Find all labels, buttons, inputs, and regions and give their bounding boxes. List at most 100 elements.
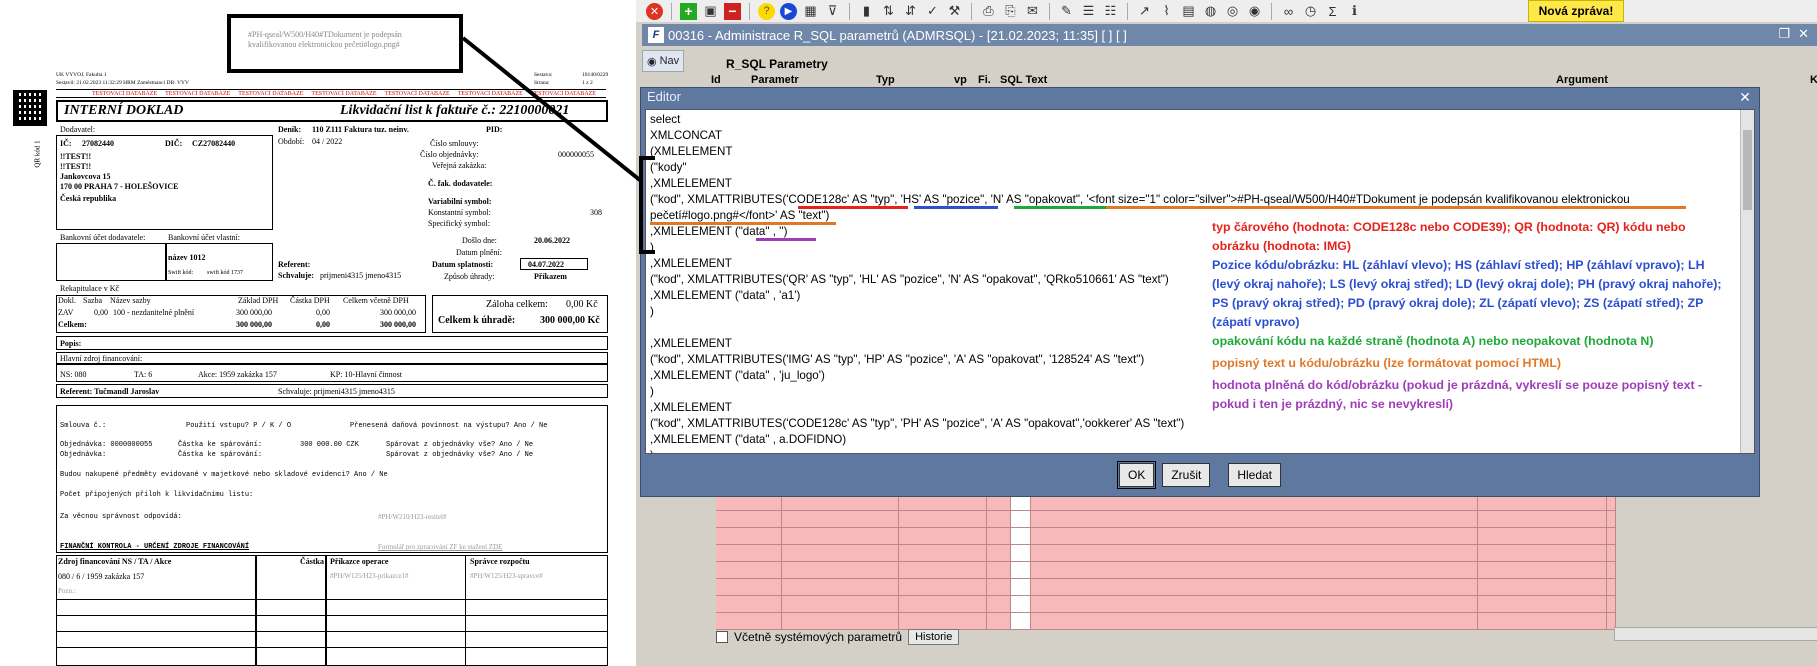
historie-button[interactable]: Historie: [908, 629, 960, 645]
table-cell[interactable]: [1606, 562, 1616, 578]
info-icon[interactable]: ℹ: [1346, 3, 1363, 20]
table-row[interactable]: [716, 511, 1616, 528]
clock-icon[interactable]: ◷: [1302, 3, 1319, 20]
attachment-icon[interactable]: ⌇: [1158, 3, 1175, 20]
table-cell[interactable]: [899, 545, 988, 561]
table-cell[interactable]: [1031, 579, 1479, 595]
editor-vertical-scrollbar[interactable]: [1740, 110, 1754, 453]
column-header[interactable]: K: [1810, 74, 1817, 86]
table-cell[interactable]: [1606, 579, 1616, 595]
column-header[interactable]: Parametr: [751, 74, 799, 86]
table-cell[interactable]: [1478, 528, 1607, 544]
sql-editor-textarea[interactable]: select XMLCONCAT (XMLELEMENT ("kody" ,XM…: [645, 109, 1755, 454]
list-icon[interactable]: ☰: [1080, 3, 1097, 20]
save-icon[interactable]: ▣: [702, 3, 719, 20]
table-cell[interactable]: [1606, 511, 1616, 527]
filter-icon[interactable]: ⊽: [824, 3, 841, 20]
table-cell[interactable]: [987, 528, 1012, 544]
table-cell[interactable]: [716, 528, 783, 544]
glasses-icon[interactable]: ∞: [1280, 3, 1297, 20]
wrench-icon[interactable]: ⚒: [946, 3, 963, 20]
table-cell[interactable]: [1011, 596, 1032, 612]
table-cell[interactable]: [987, 562, 1012, 578]
table-cell[interactable]: [716, 579, 783, 595]
table-cell[interactable]: [1606, 545, 1616, 561]
table-cell[interactable]: [1011, 579, 1032, 595]
table-cell[interactable]: [782, 562, 900, 578]
restore-icon[interactable]: ❐: [1778, 26, 1790, 42]
column-header[interactable]: Fi.: [978, 74, 991, 86]
table-cell[interactable]: [716, 511, 783, 527]
eye-icon[interactable]: ◉: [1246, 3, 1263, 20]
column-header[interactable]: SQL Text: [1000, 74, 1047, 86]
sort-desc-icon[interactable]: ⇵: [902, 3, 919, 20]
check-icon[interactable]: ✓: [924, 3, 941, 20]
search-button[interactable]: Hledat: [1228, 463, 1282, 487]
table-cell[interactable]: [987, 579, 1012, 595]
include-system-checkbox[interactable]: [716, 631, 728, 643]
table-cell[interactable]: [1031, 511, 1479, 527]
table-cell[interactable]: [1478, 545, 1607, 561]
layout-icon[interactable]: ▤: [1180, 3, 1197, 20]
scrollbar-thumb[interactable]: [1743, 130, 1752, 210]
table-cell[interactable]: [1011, 511, 1032, 527]
print-icon[interactable]: ⎙: [980, 3, 997, 20]
column-header[interactable]: Argument: [1556, 74, 1608, 86]
table-cell[interactable]: [899, 511, 988, 527]
table-cell[interactable]: [1011, 545, 1032, 561]
close-circle-icon[interactable]: ✕: [646, 2, 663, 20]
table-cell[interactable]: [1031, 545, 1479, 561]
checklist-icon[interactable]: ☷: [1102, 3, 1119, 20]
horizontal-scrollbar[interactable]: [1614, 627, 1817, 641]
sort-asc-icon[interactable]: ⇅: [880, 3, 897, 20]
table-cell[interactable]: [899, 579, 988, 595]
table-cell[interactable]: [987, 511, 1012, 527]
chart-bars-icon[interactable]: ▮: [858, 3, 875, 20]
notification-badge[interactable]: Nová zpráva!: [1528, 0, 1624, 22]
mail-icon[interactable]: ✉: [1024, 3, 1041, 20]
column-header[interactable]: Id: [711, 74, 721, 86]
help-icon[interactable]: ?: [758, 2, 775, 20]
globe-icon[interactable]: ◍: [1202, 3, 1219, 20]
table-cell[interactable]: [716, 545, 783, 561]
table-cell[interactable]: [1478, 579, 1607, 595]
table-row[interactable]: [716, 562, 1616, 579]
table-cell[interactable]: [899, 528, 988, 544]
table-row[interactable]: [716, 596, 1616, 613]
table-cell[interactable]: [899, 562, 988, 578]
table-cell[interactable]: [987, 596, 1012, 612]
table-cell[interactable]: [782, 596, 900, 612]
external-link-icon[interactable]: ↗: [1136, 3, 1153, 20]
table-row[interactable]: [716, 579, 1616, 596]
table-cell[interactable]: [1031, 596, 1479, 612]
edit-icon[interactable]: ✎: [1058, 3, 1075, 20]
close-icon[interactable]: ✕: [1737, 89, 1753, 105]
table-cell[interactable]: [716, 562, 783, 578]
table-cell[interactable]: [1478, 596, 1607, 612]
cancel-button[interactable]: Zrušit: [1162, 463, 1211, 487]
table-cell[interactable]: [782, 528, 900, 544]
table-cell[interactable]: [782, 511, 900, 527]
add-record-icon[interactable]: +: [680, 2, 697, 20]
column-header[interactable]: vp: [954, 74, 967, 86]
table-cell[interactable]: [899, 596, 988, 612]
nav-toggle[interactable]: ◉ Nav: [642, 50, 684, 72]
compass-icon[interactable]: ◎: [1224, 3, 1241, 20]
table-cell[interactable]: [1606, 596, 1616, 612]
calendar-icon[interactable]: ▦: [802, 3, 819, 20]
table-cell[interactable]: [987, 545, 1012, 561]
formular-link[interactable]: Formulář pro zpracování ZF ke stažení ZD…: [378, 543, 502, 551]
table-cell[interactable]: [782, 579, 900, 595]
table-cell[interactable]: [1478, 562, 1607, 578]
table-cell[interactable]: [1031, 562, 1479, 578]
sigma-icon[interactable]: Σ: [1324, 3, 1341, 20]
delete-record-icon[interactable]: −: [724, 2, 741, 20]
table-cell[interactable]: [716, 596, 783, 612]
table-cell[interactable]: [1606, 528, 1616, 544]
close-icon[interactable]: ✕: [1798, 26, 1809, 42]
table-cell[interactable]: [1031, 528, 1479, 544]
table-cell[interactable]: [782, 545, 900, 561]
ok-button[interactable]: OK: [1116, 461, 1157, 489]
column-header[interactable]: Typ: [876, 74, 895, 86]
table-cell[interactable]: [1011, 528, 1032, 544]
